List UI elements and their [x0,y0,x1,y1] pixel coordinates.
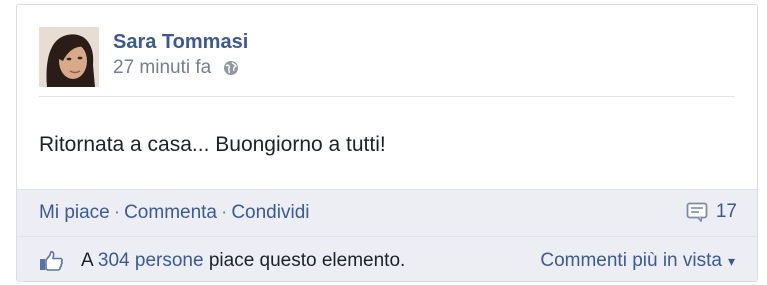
comment-count: 17 [715,201,737,222]
likes-summary-text: A 304 persone piace questo elemento. [81,250,405,272]
likers-link[interactable]: 304 persone [98,250,204,271]
separator-dot: · [221,202,228,223]
globe-icon[interactable] [223,60,239,76]
comment-button[interactable]: Commenta [124,202,217,223]
action-links: Mi piace · Commenta · Condividi [39,202,309,224]
comment-icon [686,202,708,222]
comments-sort-dropdown[interactable]: Commenti più in vista ▾ [540,250,735,272]
like-button[interactable]: Mi piace [39,202,110,223]
post-meta: 27 minuti fa [113,57,239,79]
likes-suffix: piace questo elemento. [208,250,406,271]
post-timestamp[interactable]: 27 minuti fa [113,57,211,79]
chevron-down-icon: ▾ [727,253,735,269]
post-actions-bar: Mi piace · Commenta · Condividi 17 [17,189,757,236]
separator-dot: · [113,202,121,223]
share-button[interactable]: Condividi [231,202,309,223]
header-divider [39,96,735,97]
likes-prefix: A [81,250,93,271]
comment-count-link[interactable]: 17 [686,201,737,223]
author-name-link[interactable]: Sara Tommasi [113,31,248,53]
post-message: Ritornata a casa... Buongiorno a tutti! [39,133,386,156]
post-card: Sara Tommasi 27 minuti fa Ritornata a ca… [16,4,758,282]
profile-photo-avatar[interactable] [39,27,99,87]
likes-summary-row: A 304 persone piace questo elemento. Com… [17,236,757,281]
comments-sort-label: Commenti più in vista [540,250,722,271]
thumbs-up-icon [40,251,63,271]
